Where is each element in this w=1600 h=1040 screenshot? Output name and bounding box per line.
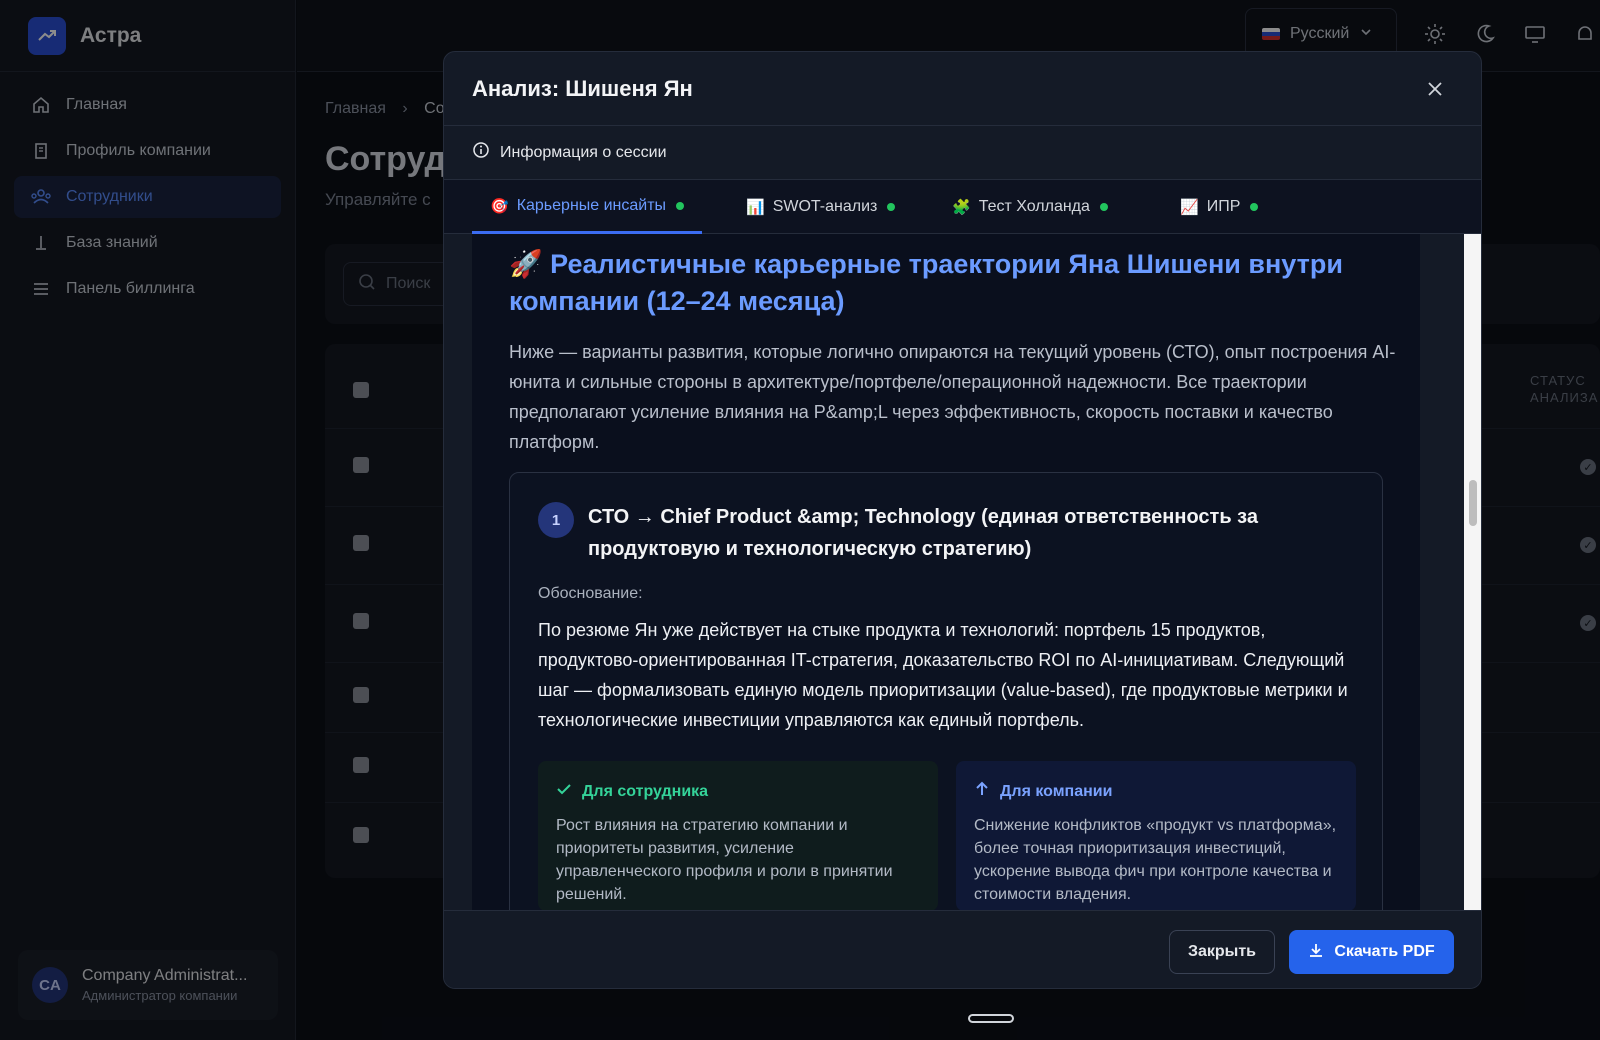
status-dot [1250,203,1259,211]
analysis-modal: Анализ: Шишеня Ян Информация о сессии 🎯 … [443,51,1482,989]
benefit-employee: Для сотрудника Рост влияния на стратегию… [538,761,938,910]
download-pdf-button[interactable]: Скачать PDF [1289,930,1454,974]
trajectory-title: СТО → Chief Product &amp; Technology (ед… [588,506,1258,560]
trajectory-number: 1 [538,502,574,538]
target-icon: 🎯 [490,197,509,215]
puzzle-icon: 🧩 [952,199,971,216]
tab-label: Тест Холланда [978,198,1090,215]
modal-header: Анализ: Шишеня Ян [444,52,1481,126]
close-button[interactable]: Закрыть [1169,930,1275,974]
scrollbar-thumb[interactable] [1469,480,1477,526]
info-icon [472,141,490,164]
tab-label: ИПР [1206,198,1241,215]
tab-swot[interactable]: 📊 SWOT-анализ [746,180,896,234]
section-heading: 🚀 Реалистичные карьерные траектории Яна … [509,249,1343,316]
modal-footer: Закрыть Скачать PDF [444,910,1481,988]
scrollbar[interactable] [1464,234,1481,910]
justification-label: Обоснование: [538,585,643,602]
close-icon[interactable] [1424,78,1446,100]
benefit-company-text: Снижение конфликтов «продукт vs платформ… [974,817,1337,903]
tab-career-insights[interactable]: 🎯 Карьерные инсайты [472,180,703,234]
session-info-toggle[interactable]: Информация о сессии [444,126,1481,180]
check-icon [556,781,572,802]
modal-title: Анализ: Шишеня Ян [472,75,693,101]
tab-label: Карьерные инсайты [516,196,667,214]
benefit-employee-text: Рост влияния на стратегию компании и при… [556,817,893,903]
modal-tabs: 🎯 Карьерные инсайты 📊 SWOT-анализ 🧩 Тест… [444,180,1481,234]
status-dot [676,201,685,210]
benefit-employee-title: Для сотрудника [582,782,709,800]
home-indicator [968,1014,1014,1023]
modal-content[interactable]: 🚀 Реалистичные карьерные траектории Яна … [472,234,1420,910]
status-dot [887,203,896,211]
bar-chart-icon: 📊 [746,199,765,216]
tab-holland[interactable]: 🧩 Тест Холланда [952,180,1108,234]
trajectory-card: 1 СТО → Chief Product &amp; Technology (… [509,472,1383,910]
download-icon [1308,942,1324,963]
status-dot [1099,203,1108,211]
justification-text: По резюме Ян уже действует на стыке прод… [538,620,1348,730]
benefit-company: Для компании Снижение конфликтов «продук… [956,761,1356,910]
chart-up-icon: 📈 [1180,199,1199,216]
tab-label: SWOT-анализ [772,198,878,215]
download-label: Скачать PDF [1334,943,1435,960]
arrow-up-icon [974,781,990,802]
intro-text: Ниже — варианты развития, которые логичн… [509,342,1396,452]
tab-ipr[interactable]: 📈 ИПР [1180,180,1259,234]
benefit-company-title: Для компании [1000,782,1113,800]
session-info-label: Информация о сессии [500,143,667,161]
